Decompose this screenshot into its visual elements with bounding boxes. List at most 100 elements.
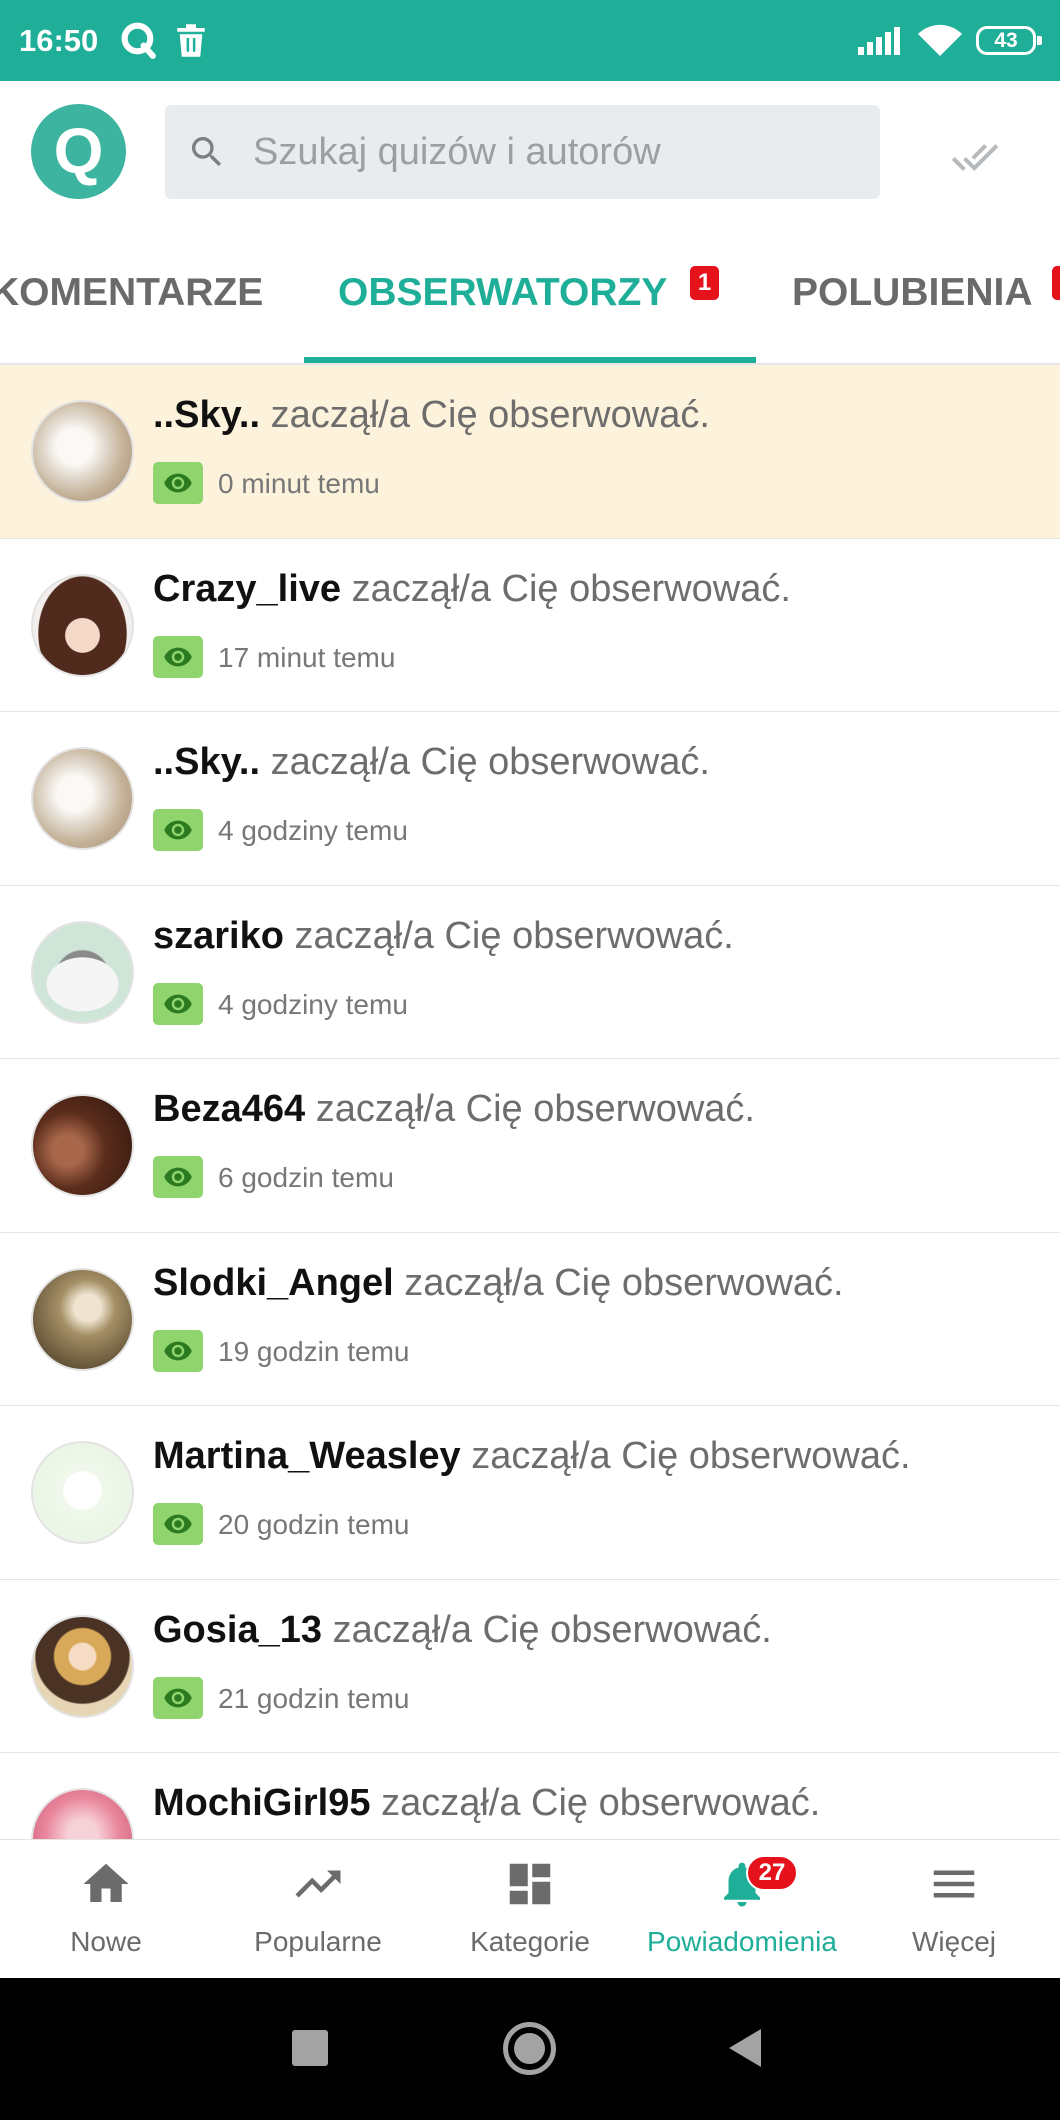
notification-meta: 17 minut temu	[153, 635, 753, 678]
notification-action: zaczął/a Cię obserwować.	[351, 567, 791, 610]
recent-apps-button[interactable]	[292, 2030, 328, 2066]
notification-item[interactable]: szariko zaczął/a Cię obserwować. 4 godzin…	[0, 885, 1060, 1059]
notification-time: 0 minut temu	[218, 468, 380, 499]
notification-text: Slodki_Angel zaczął/a Cię obserwować.	[153, 1260, 844, 1306]
tab-obserwatorzy[interactable]: OBSERWATORZY 1	[304, 223, 756, 363]
username[interactable]: ..Sky..	[153, 741, 260, 783]
username[interactable]: Crazy_live	[153, 568, 341, 610]
notification-badge	[1052, 266, 1060, 300]
notification-time: 21 godzin temu	[218, 1682, 410, 1714]
battery-icon: 43	[976, 26, 1042, 55]
username[interactable]: MochiGirl95	[153, 1782, 371, 1824]
nav-powiadomienia[interactable]: 27 Powiadomienia	[636, 1840, 848, 1978]
nav-kategorie[interactable]: Kategorie	[424, 1840, 636, 1978]
notification-text: MochiGirl95 zaczął/a Cię obserwować.	[153, 1780, 820, 1826]
notification-time: 4 godziny temu	[218, 815, 408, 846]
search-box[interactable]	[165, 105, 880, 199]
notification-action: zaczął/a Cię obserwować.	[471, 1435, 911, 1477]
username[interactable]: ..Sky..	[153, 394, 260, 436]
eye-icon	[153, 809, 203, 851]
eye-icon	[153, 635, 203, 678]
tab-label: POLUBIENIA	[792, 271, 1033, 314]
nav-label: Popularne	[254, 1926, 382, 1957]
nav-label: Kategorie	[470, 1926, 590, 1957]
nav-wiecej[interactable]: Więcej	[848, 1840, 1060, 1978]
notification-meta: 4 godziny temu	[153, 809, 753, 851]
username[interactable]: Slodki_Angel	[153, 1262, 394, 1304]
avatar[interactable]	[31, 1614, 134, 1718]
nav-popularne[interactable]: Popularne	[212, 1840, 424, 1978]
avatar[interactable]	[31, 1441, 134, 1544]
app-logo[interactable]: Q	[31, 104, 126, 199]
double-check-icon	[951, 144, 999, 171]
eye-icon	[153, 1156, 203, 1198]
notification-time: 17 minut temu	[218, 641, 396, 673]
notification-item[interactable]: Crazy_live zaczął/a Cię obserwować. 17 mi…	[0, 538, 1060, 712]
search-icon	[192, 137, 222, 167]
username[interactable]: Martina_Weasley	[153, 1435, 461, 1477]
bottom-navigation: Nowe Popularne Kategorie 27 Powiadomieni…	[0, 1839, 1060, 1978]
wifi-icon	[918, 24, 962, 56]
tab-polubienia[interactable]: POLUBIENIA	[792, 223, 1060, 363]
username[interactable]: szariko	[153, 915, 284, 957]
logo-letter: Q	[53, 115, 104, 187]
trash-icon	[177, 24, 205, 57]
avatar[interactable]	[31, 573, 134, 677]
tab-label: KOMENTARZE	[0, 271, 264, 314]
notification-list[interactable]: ..Sky.. zaczął/a Cię obserwować. 0 minut …	[0, 365, 1060, 1839]
notification-action: zaczął/a Cię obserwować.	[294, 914, 734, 957]
notification-action: zaczął/a Cię obserwować.	[315, 1088, 755, 1130]
notification-text: Beza464 zaczął/a Cię obserwować.	[153, 1086, 755, 1132]
nav-nowe[interactable]: Nowe	[0, 1840, 212, 1978]
notification-item[interactable]: Martina_Weasley zaczął/a Cię obserwować.…	[0, 1406, 1060, 1580]
notification-meta: 20 godzin temu	[153, 1503, 753, 1545]
notification-text: Gosia_13 zaczął/a Cię obserwować.	[153, 1607, 772, 1653]
avatar[interactable]	[31, 1788, 134, 1839]
status-bar: 16:50 43	[0, 0, 1060, 81]
notification-item[interactable]: Beza464 zaczął/a Cię obserwować. 6 godzin…	[0, 1059, 1060, 1233]
notification-time: 20 godzin temu	[218, 1509, 410, 1540]
notification-action: zaczął/a Cię obserwować.	[270, 741, 710, 783]
notification-action: zaczął/a Cię obserwować.	[332, 1608, 772, 1651]
notification-action: zaczął/a Cię obserwować.	[381, 1782, 821, 1824]
notification-text: Crazy_live zaczął/a Cię obserwować.	[153, 566, 791, 612]
trending-up-icon	[295, 1870, 341, 1898]
nav-label: Nowe	[70, 1926, 142, 1957]
avatar[interactable]	[31, 747, 134, 850]
eye-icon	[153, 1503, 203, 1545]
notification-time: 4 godziny temu	[218, 988, 408, 1020]
username[interactable]: Gosia_13	[153, 1609, 322, 1651]
eye-icon	[153, 1676, 203, 1719]
avatar[interactable]	[31, 400, 134, 503]
notification-meta: 0 minut temu	[153, 462, 753, 504]
app-header: Q	[0, 81, 1060, 223]
nav-label: Powiadomienia	[647, 1926, 837, 1957]
avatar[interactable]	[31, 1267, 134, 1371]
signal-icon	[858, 27, 900, 55]
avatar[interactable]	[31, 1094, 134, 1197]
tab-komentarze[interactable]: KOMENTARZE	[0, 223, 291, 363]
notification-meta: 21 godzin temu	[153, 1676, 753, 1719]
eye-icon	[153, 462, 203, 504]
notification-item[interactable]: MochiGirl95 zaczął/a Cię obserwować.	[0, 1753, 1060, 1839]
notification-item[interactable]: ..Sky.. zaczął/a Cię obserwować. 4 godzin…	[0, 712, 1060, 886]
username[interactable]: Beza464	[153, 1088, 305, 1130]
notification-action: zaczął/a Cię obserwować.	[270, 394, 710, 436]
status-time: 16:50	[19, 23, 99, 58]
system-navigation-bar	[0, 1978, 1060, 2120]
home-button[interactable]	[503, 2022, 556, 2075]
notification-meta: 19 godzin temu	[153, 1329, 753, 1372]
notification-item[interactable]: Slodki_Angel zaczął/a Cię obserwować. 19 …	[0, 1232, 1060, 1406]
notification-time: 19 godzin temu	[218, 1335, 410, 1367]
notification-text: ..Sky.. zaczął/a Cię obserwować.	[153, 739, 710, 785]
notification-action: zaczął/a Cię obserwować.	[404, 1261, 844, 1304]
search-input[interactable]	[253, 105, 863, 199]
notification-time: 6 godzin temu	[218, 1162, 394, 1193]
dashboard-icon	[509, 1863, 551, 1905]
avatar[interactable]	[31, 920, 134, 1024]
mark-all-read-button[interactable]	[951, 133, 999, 181]
notification-item[interactable]: Gosia_13 zaczął/a Cię obserwować. 21 godz…	[0, 1579, 1060, 1753]
notification-item[interactable]: ..Sky.. zaczął/a Cię obserwować. 0 minut …	[0, 365, 1060, 539]
back-button[interactable]	[729, 2029, 761, 2067]
notification-text: szariko zaczął/a Cię obserwować.	[153, 913, 734, 959]
